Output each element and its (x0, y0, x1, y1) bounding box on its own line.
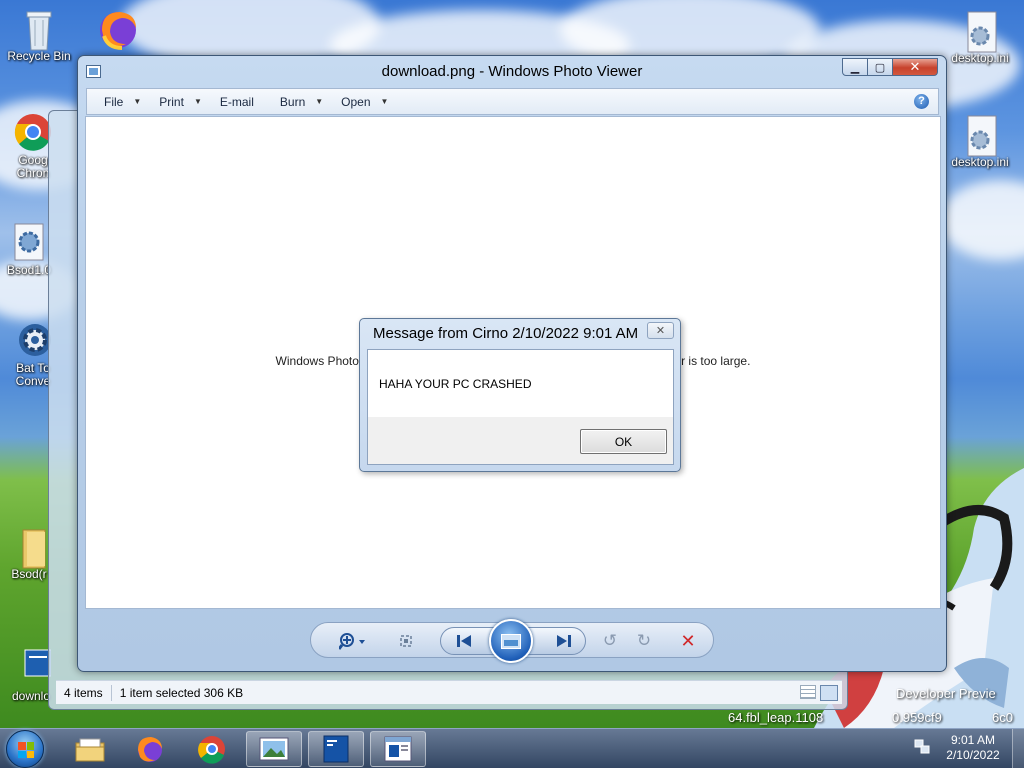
dialog-message: HAHA YOUR PC CRASHED (368, 350, 673, 417)
menu-label: Print (159, 94, 184, 109)
viewer-controls: ↺ ↻ ✕ (310, 619, 714, 663)
ini-file-icon (960, 114, 1000, 157)
zoom-button[interactable] (337, 631, 371, 651)
menu-burn[interactable]: Burn ▼ (271, 89, 332, 114)
clock-date: 2/10/2022 (946, 748, 1000, 762)
delete-icon: ✕ (680, 630, 696, 652)
status-item-count: 4 items (64, 685, 103, 700)
menu-label: Open (341, 94, 371, 109)
desktop-icon-firefox[interactable] (88, 6, 144, 50)
taskbar-clock[interactable]: 9:01 AM 2/10/2022 (938, 733, 1008, 763)
dialog-body: HAHA YOUR PC CRASHED OK (367, 349, 674, 465)
desktop-icon-label: desktop.ini (951, 51, 1009, 65)
blue-window-icon (323, 735, 349, 763)
actual-size-icon (400, 635, 412, 647)
gear-app-icon (13, 320, 53, 360)
taskbar-chrome[interactable] (184, 731, 240, 767)
firefox-icon (96, 6, 136, 50)
rotate-left-icon: ↺ (602, 631, 618, 651)
menu-label: Burn (279, 94, 306, 109)
slideshow-icon (501, 633, 521, 649)
desktop-icon-label: Recycle Bin (7, 49, 71, 63)
watermark-line-2: 64.fbl_leap.1108 (728, 710, 824, 725)
menu-label: E-mail (219, 94, 254, 109)
menu-email[interactable]: E-mail (211, 89, 263, 114)
zoom-icon (339, 633, 365, 650)
show-desktop-button[interactable] (1012, 729, 1024, 768)
desktop-icon-desktop-ini-2[interactable]: desktop.ini (938, 114, 1022, 169)
chevron-down-icon: ▼ (193, 97, 202, 106)
rotate-clockwise-button[interactable]: ↻ (633, 631, 655, 651)
settings-file-icon (9, 222, 49, 262)
dialog-title: Message from Cirno 2/10/2022 9:01 AM (373, 325, 639, 342)
menu-label: File (104, 94, 124, 109)
folder-library-icon (75, 738, 105, 762)
firefox-icon (138, 737, 162, 762)
next-button[interactable] (553, 631, 575, 651)
network-icon[interactable] (914, 739, 930, 755)
close-button[interactable]: ✕ (892, 58, 938, 76)
menu-bar: File ▼ Print ▼ E-mail Burn ▼ Open ▼ ? (86, 88, 939, 115)
slideshow-button[interactable] (489, 619, 533, 663)
watermark-line-3: 0.959cf9 (892, 710, 942, 725)
explorer-status-bar: 4 items 1 item selected 306 KB (56, 680, 842, 704)
desktop-icon-label: desktop.ini (951, 155, 1009, 169)
explorer-window-icon (384, 736, 412, 762)
chevron-down-icon: ▼ (380, 97, 389, 106)
recycle-bin-icon (19, 8, 59, 51)
delete-button[interactable]: ✕ (677, 630, 699, 652)
desktop-icon-desktop-ini-1[interactable]: desktop.ini (938, 10, 1022, 65)
windows-logo-icon (18, 742, 34, 758)
maximize-button[interactable]: ▢ (867, 58, 893, 76)
rotate-counterclockwise-button[interactable]: ↺ (599, 631, 621, 651)
taskbar-explorer-window[interactable] (370, 731, 426, 767)
actual-size-button[interactable] (395, 631, 417, 651)
preview-pane-icon[interactable] (820, 684, 838, 701)
taskbar-firefox[interactable] (122, 731, 178, 767)
ok-button[interactable]: OK (580, 429, 667, 454)
chrome-icon (13, 112, 53, 152)
close-icon: ✕ (655, 324, 666, 337)
photo-viewer-icon (259, 737, 289, 761)
dialog-close-button[interactable]: ✕ (647, 322, 674, 339)
minimize-icon: ▁ (850, 60, 860, 74)
watermark-line-4: 6c0 (992, 710, 1013, 725)
image-file-icon (11, 648, 52, 688)
clock-time: 9:01 AM (950, 733, 996, 747)
next-icon (557, 635, 571, 647)
previous-button[interactable] (453, 631, 475, 651)
desktop-icon-recycle-bin[interactable]: Recycle Bin (1, 8, 77, 63)
taskbar-message-window[interactable] (308, 731, 364, 767)
folder-icon (9, 526, 49, 569)
maximize-icon: ▢ (874, 60, 886, 74)
start-button[interactable] (6, 730, 44, 768)
window-title: download.png - Windows Photo Viewer (381, 63, 643, 80)
help-icon[interactable]: ? (914, 94, 929, 109)
details-view-icon[interactable] (800, 684, 816, 699)
title-bar[interactable]: download.png - Windows Photo Viewer ▁ ▢ … (78, 56, 946, 86)
watermark-line-1: Developer Previe (896, 686, 996, 701)
message-dialog[interactable]: Message from Cirno 2/10/2022 9:01 AM ✕ H… (359, 318, 681, 472)
rotate-right-icon: ↻ (636, 631, 652, 651)
close-icon: ✕ (909, 59, 921, 75)
status-selection: 1 item selected 306 KB (119, 685, 244, 700)
chevron-down-icon: ▼ (133, 97, 142, 106)
ini-file-icon (960, 10, 1000, 53)
chevron-down-icon: ▼ (315, 97, 324, 106)
taskbar: 9:01 AM 2/10/2022 (0, 728, 1024, 768)
taskbar-photo-viewer[interactable] (246, 731, 302, 767)
menu-print[interactable]: Print ▼ (150, 89, 211, 114)
menu-open[interactable]: Open ▼ (332, 89, 397, 114)
chrome-icon (198, 736, 225, 764)
taskbar-explorer[interactable] (62, 731, 118, 767)
menu-file[interactable]: File ▼ (95, 89, 150, 114)
minimize-button[interactable]: ▁ (842, 58, 868, 76)
previous-icon (457, 635, 471, 647)
